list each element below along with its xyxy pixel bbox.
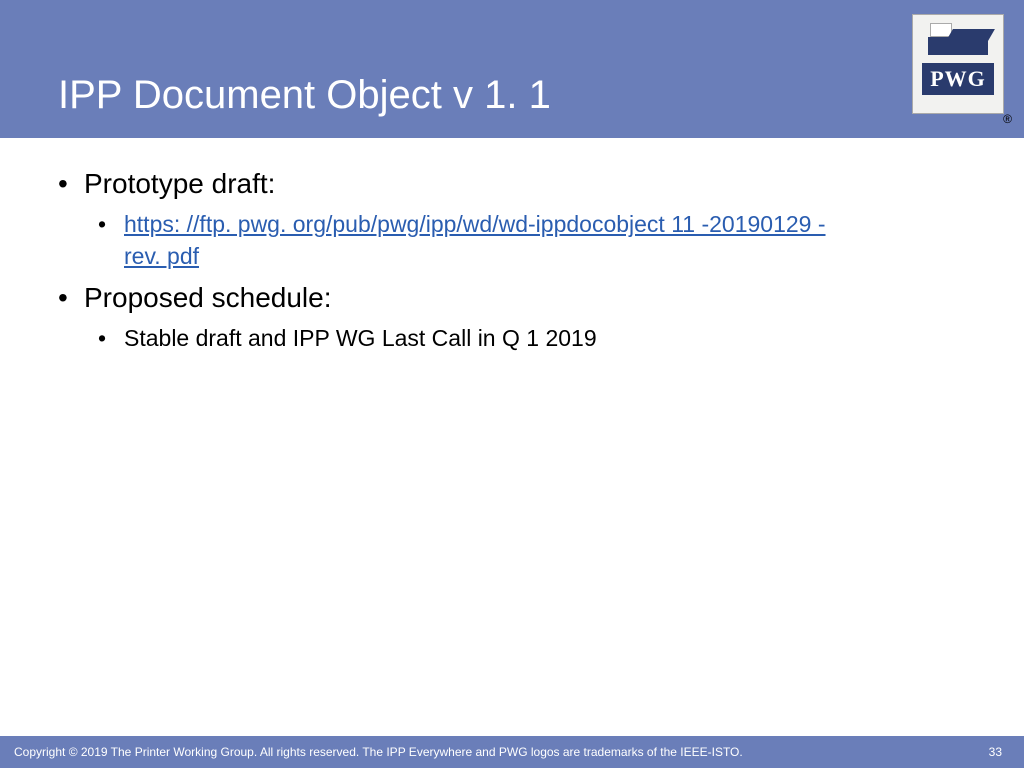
bullet-proposed-schedule: Proposed schedule: xyxy=(58,282,984,314)
link-text-line1: https: //ftp. pwg. org/pub/pwg/ipp/wd/wd… xyxy=(124,211,826,237)
bullet-schedule-detail: Stable draft and IPP WG Last Call in Q 1… xyxy=(58,322,984,354)
printer-icon xyxy=(928,21,988,55)
link-text-line2: rev. pdf xyxy=(124,240,984,272)
pwg-logo: PWG xyxy=(912,14,1004,114)
footer-copyright: Copyright © 2019 The Printer Working Gro… xyxy=(14,745,743,759)
footer-page-number: 33 xyxy=(989,745,1002,759)
slide-footer: Copyright © 2019 The Printer Working Gro… xyxy=(0,736,1024,768)
slide-header: IPP Document Object v 1. 1 PWG ® xyxy=(0,0,1024,138)
slide-title: IPP Document Object v 1. 1 xyxy=(58,73,551,118)
bullet-draft-link: https: //ftp. pwg. org/pub/pwg/ipp/wd/wd… xyxy=(58,208,984,272)
slide-content: Prototype draft: https: //ftp. pwg. org/… xyxy=(0,138,1024,355)
pwg-logo-text: PWG xyxy=(922,63,994,95)
bullet-prototype-draft: Prototype draft: xyxy=(58,168,984,200)
registered-mark: ® xyxy=(1003,112,1012,126)
draft-url-link[interactable]: https: //ftp. pwg. org/pub/pwg/ipp/wd/wd… xyxy=(124,211,984,272)
